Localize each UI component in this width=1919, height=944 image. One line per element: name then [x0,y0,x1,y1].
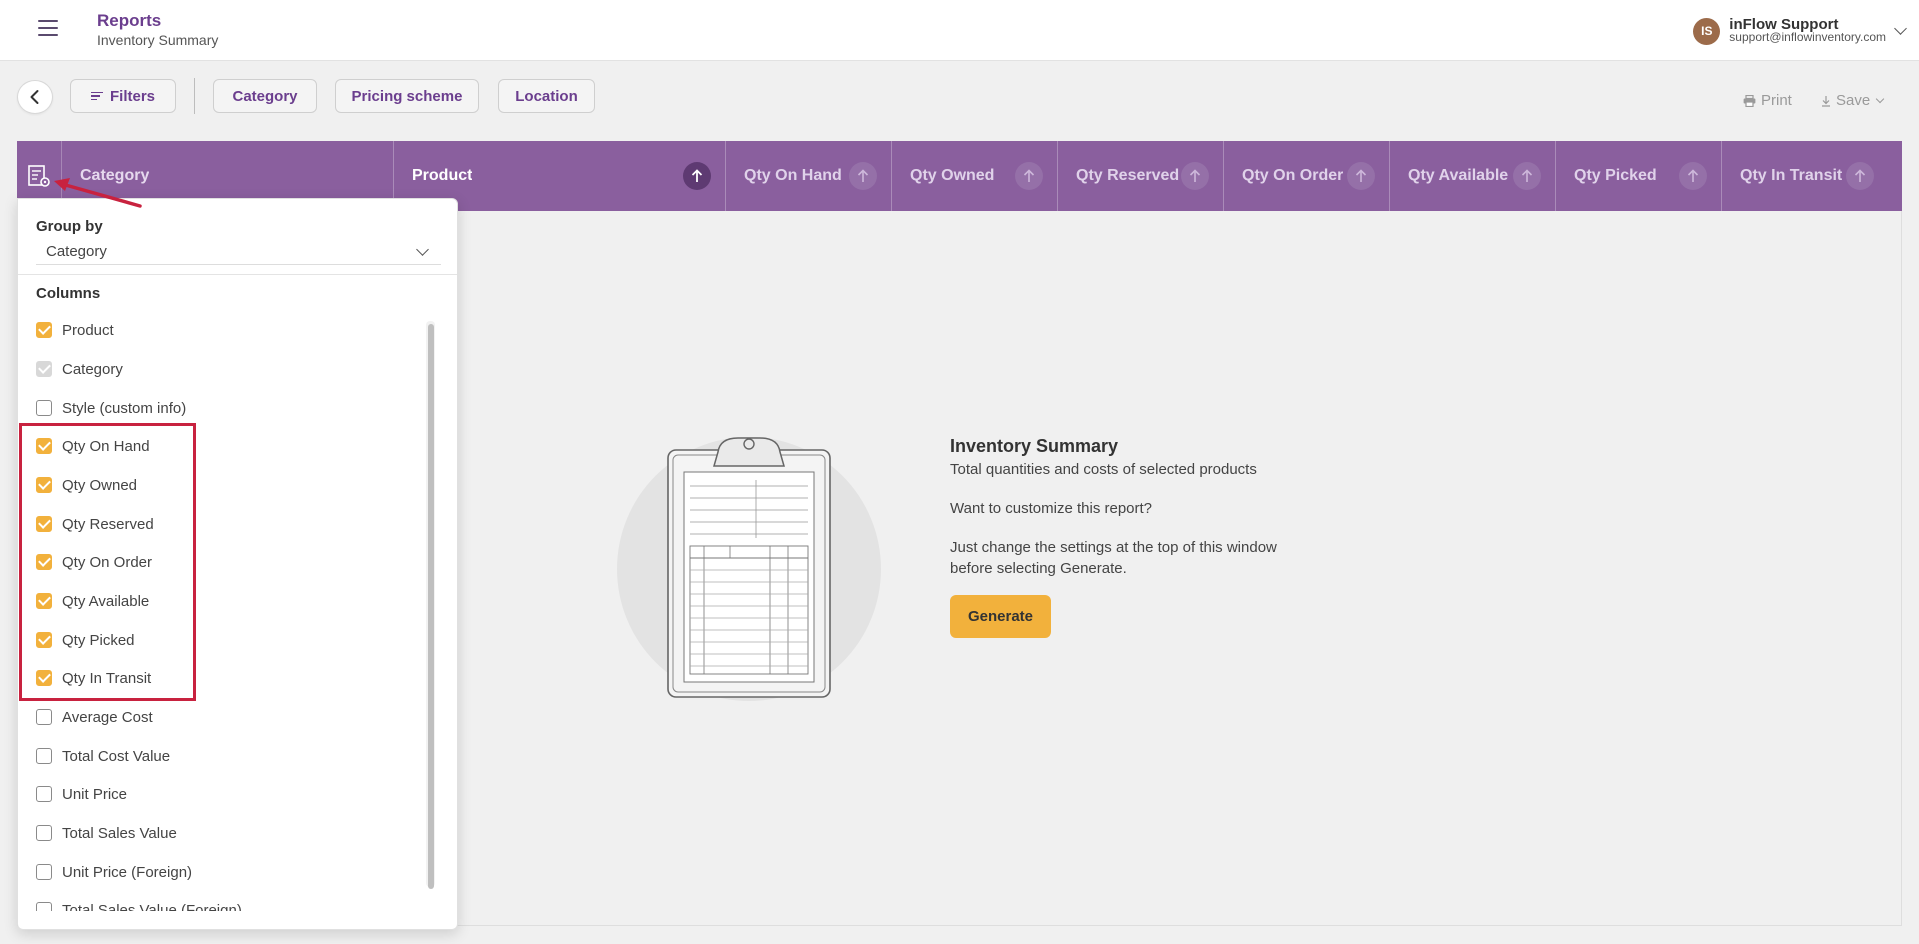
column-option-total-sales-value-foreign[interactable]: Total Sales Value (Foreign) [36,897,242,911]
save-label: Save [1836,92,1871,109]
panel-divider [18,274,457,275]
column-option-label: Total Cost Value [62,747,171,765]
checkbox-unchecked[interactable] [36,709,52,725]
column-option-product[interactable]: Product [36,317,114,343]
column-option-label: Category [62,360,123,378]
column-option-label: Total Sales Value [62,824,177,842]
annotation-arrow-icon [54,178,142,208]
sort-arrow-up-icon[interactable] [1846,162,1874,190]
column-header-qty-on-order[interactable]: Qty On Order [1224,141,1390,211]
back-button[interactable] [17,80,53,114]
chevron-down-icon [1894,21,1907,35]
top-bar: Reports Inventory Summary IS inFlow Supp… [0,0,1919,61]
column-header-label: Product [412,167,473,184]
checkbox-unchecked[interactable] [36,902,52,911]
column-header-label: Qty In Transit [1740,167,1843,184]
column-option-label: Unit Price (Foreign) [62,863,193,881]
sort-arrow-up-icon[interactable] [683,162,711,190]
clipboard-illustration-icon [667,437,831,698]
column-header-label: Qty Reserved [1076,167,1180,184]
column-header-qty-on-hand[interactable]: Qty On Hand [726,141,892,211]
column-option-label: Total Sales Value (Foreign) [62,901,242,912]
column-header-label: Qty On Hand [744,167,842,184]
sort-arrow-up-icon[interactable] [1513,162,1541,190]
annotation-highlight-box [19,423,196,701]
column-header-qty-owned[interactable]: Qty Owned [892,141,1058,211]
empty-state-description: Total quantities and costs of selected p… [950,461,1257,478]
download-icon [1822,95,1830,107]
print-label: Print [1761,92,1792,109]
empty-state-instructions: Just change the settings at the top of t… [950,539,1277,577]
checkbox-unchecked[interactable] [36,786,52,802]
columns-label: Columns [36,285,101,302]
checkbox-unchecked[interactable] [36,864,52,880]
column-header-qty-in-transit[interactable]: Qty In Transit [1722,141,1888,211]
user-email: support@inflowinventory.com [1729,30,1886,44]
category-filter-chip[interactable]: Category [213,79,317,113]
checkbox-unchecked[interactable] [36,825,52,841]
sort-arrow-up-icon[interactable] [1015,162,1043,190]
group-by-label: Group by [36,218,103,235]
column-option-average-cost[interactable]: Average Cost [36,704,153,730]
column-option-category: Category [36,356,123,382]
checkbox-disabled [36,361,52,377]
category-chip-label: Category [232,87,298,105]
column-header-qty-reserved[interactable]: Qty Reserved [1058,141,1224,211]
column-option-label: Product [62,321,114,339]
column-option-style[interactable]: Style (custom info) [36,395,186,421]
filters-label: Filters [109,87,155,105]
column-option-total-sales-value[interactable]: Total Sales Value [36,820,177,846]
sort-arrow-up-icon[interactable] [1347,162,1375,190]
sort-arrow-up-icon[interactable] [849,162,877,190]
empty-state-title: Inventory Summary [950,436,1119,456]
filter-icon [90,90,103,103]
page-title: Reports [97,11,162,30]
empty-state-prompt: Want to customize this report? [950,500,1153,517]
avatar: IS [1693,17,1721,45]
sort-arrow-up-icon[interactable] [1679,162,1707,190]
checkbox-checked[interactable] [36,322,52,338]
column-header-label: Qty On Order [1242,167,1344,184]
location-filter-chip[interactable]: Location [498,79,595,113]
chevron-down-icon [1875,94,1885,103]
checkbox-unchecked[interactable] [36,400,52,416]
save-button[interactable]: Save [1821,92,1885,109]
group-by-value: Category [46,243,107,260]
chevron-left-icon [30,90,39,104]
filters-button[interactable]: Filters [70,79,176,113]
column-header-qty-picked[interactable]: Qty Picked [1556,141,1722,211]
column-header-label: Qty Owned [910,167,995,184]
column-option-total-cost-value[interactable]: Total Cost Value [36,743,170,769]
chevron-down-icon [416,243,429,256]
column-header-qty-available[interactable]: Qty Available [1390,141,1556,211]
column-header-label: Qty Available [1408,167,1509,184]
sort-arrow-up-icon[interactable] [1181,162,1209,190]
hamburger-menu-icon[interactable] [38,20,58,38]
print-button[interactable]: Print [1743,92,1792,109]
column-header-label: Qty Picked [1574,167,1657,184]
pricing-scheme-chip-label: Pricing scheme [351,87,463,105]
printer-icon [1743,94,1756,107]
toolbar-divider [194,78,195,114]
column-settings-icon [28,165,50,187]
pricing-scheme-filter-chip[interactable]: Pricing scheme [335,79,479,113]
column-option-label: Unit Price [62,785,128,803]
page-subtitle: Inventory Summary [97,32,219,48]
generate-button[interactable]: Generate [950,595,1051,638]
checkbox-unchecked[interactable] [36,748,52,764]
column-option-unit-price-foreign[interactable]: Unit Price (Foreign) [36,859,192,885]
user-menu[interactable]: IS inFlow Support support@inflowinventor… [1693,14,1907,48]
column-option-label: Style (custom info) [62,399,187,417]
group-by-select[interactable]: Category [36,239,441,265]
column-option-unit-price[interactable]: Unit Price [36,781,127,807]
location-chip-label: Location [515,87,578,105]
column-option-label: Average Cost [62,708,153,726]
